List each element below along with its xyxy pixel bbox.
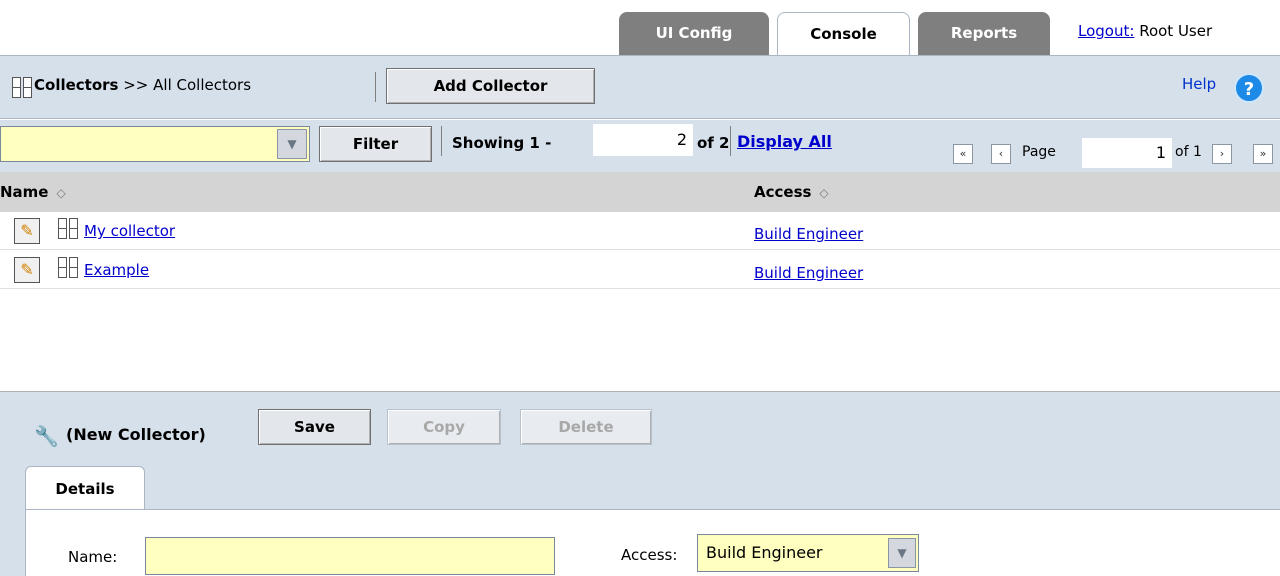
first-page-icon[interactable]: « bbox=[953, 144, 973, 164]
collector-icon bbox=[58, 257, 80, 279]
chevron-down-icon[interactable]: ▼ bbox=[277, 129, 307, 159]
page-label: Page bbox=[1022, 144, 1056, 160]
breadcrumb-current: All Collectors bbox=[153, 76, 252, 94]
filter-button[interactable]: Filter bbox=[319, 126, 432, 162]
column-access-label: Access bbox=[754, 183, 812, 201]
last-page-icon[interactable]: » bbox=[1253, 144, 1273, 164]
access-label: Access: bbox=[621, 546, 678, 564]
table-header: Name ◇ Access ◇ bbox=[0, 172, 1280, 212]
tab-details[interactable]: Details bbox=[25, 466, 145, 510]
chevron-down-icon[interactable]: ▼ bbox=[888, 538, 916, 568]
filter-bar: ▼ Filter Showing 1 - 2 of 2 Display All … bbox=[0, 120, 1280, 172]
add-collector-button[interactable]: Add Collector bbox=[386, 68, 595, 104]
table-row: ✎ Example Build Engineer bbox=[0, 251, 1280, 289]
sort-icon[interactable]: ◇ bbox=[56, 186, 65, 200]
breadcrumb-separator: >> bbox=[118, 76, 154, 94]
column-header-name[interactable]: Name ◇ bbox=[0, 183, 66, 201]
user-name: Root User bbox=[1134, 22, 1213, 40]
collector-icon bbox=[58, 218, 80, 240]
detail-title: (New Collector) bbox=[66, 425, 206, 444]
collector-name-link[interactable]: My collector bbox=[84, 222, 175, 240]
logout-link[interactable]: Logout: bbox=[1078, 22, 1134, 40]
edit-icon[interactable]: ✎ bbox=[14, 218, 40, 244]
logout-area: Logout: Root User bbox=[1078, 22, 1212, 40]
help-link[interactable]: Help bbox=[1182, 75, 1216, 93]
copy-button[interactable]: Copy bbox=[387, 409, 501, 445]
tab-ui-config[interactable]: UI Config bbox=[619, 12, 769, 55]
divider bbox=[375, 72, 376, 102]
save-button[interactable]: Save bbox=[258, 409, 371, 445]
showing-total: of 2 bbox=[697, 134, 730, 152]
filter-combobox[interactable]: ▼ bbox=[0, 126, 310, 162]
prev-page-icon[interactable]: ‹ bbox=[991, 144, 1011, 164]
help-icon[interactable]: ? bbox=[1234, 73, 1264, 103]
page-total: of 1 bbox=[1175, 144, 1202, 160]
breadcrumb: Collectors >> All Collectors bbox=[34, 76, 251, 94]
sort-icon[interactable]: ◇ bbox=[819, 186, 828, 200]
access-link[interactable]: Build Engineer bbox=[754, 264, 863, 282]
name-field[interactable] bbox=[145, 537, 555, 575]
name-label: Name: bbox=[68, 548, 118, 566]
column-name-label: Name bbox=[0, 183, 49, 201]
collector-name-link[interactable]: Example bbox=[84, 261, 149, 279]
next-page-icon[interactable]: › bbox=[1212, 144, 1232, 164]
breadcrumb-section: Collectors bbox=[34, 76, 119, 94]
table-row: ✎ My collector Build Engineer bbox=[0, 212, 1280, 250]
column-header-access[interactable]: Access ◇ bbox=[754, 183, 829, 201]
page-input[interactable]: 1 bbox=[1082, 138, 1172, 168]
wrench-icon: 🔧 bbox=[34, 424, 59, 448]
access-select[interactable]: Build Engineer ▼ bbox=[697, 534, 919, 572]
divider bbox=[730, 126, 731, 156]
access-select-value: Build Engineer bbox=[706, 543, 823, 562]
showing-count-input[interactable]: 2 bbox=[593, 124, 693, 156]
collector-icon bbox=[12, 77, 34, 99]
access-link[interactable]: Build Engineer bbox=[754, 225, 863, 243]
display-all-link[interactable]: Display All bbox=[737, 132, 832, 151]
divider bbox=[441, 126, 442, 156]
page-header: Collectors >> All Collectors Add Collect… bbox=[0, 55, 1280, 119]
tab-console[interactable]: Console bbox=[777, 12, 910, 55]
delete-button[interactable]: Delete bbox=[520, 409, 652, 445]
top-tab-bar: UI Config Console Reports Logout: Root U… bbox=[0, 12, 1280, 55]
tab-reports[interactable]: Reports bbox=[918, 12, 1050, 55]
edit-icon[interactable]: ✎ bbox=[14, 257, 40, 283]
showing-label: Showing 1 - bbox=[452, 134, 552, 152]
